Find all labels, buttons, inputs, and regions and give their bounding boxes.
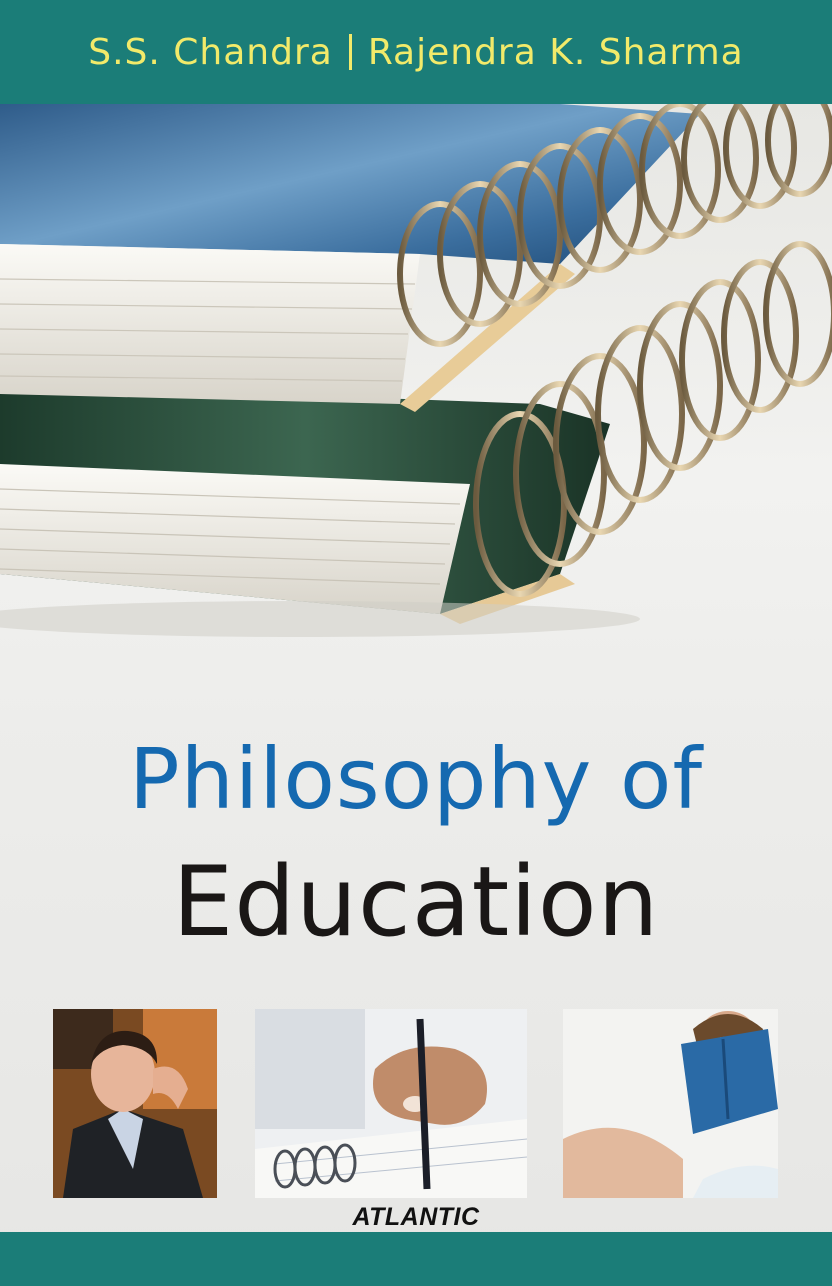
hand-writing-with-pen-photo	[255, 1009, 527, 1198]
book-title-line-2: Education	[172, 846, 660, 958]
author-line: S.S. Chandra Rajendra K. Sharma	[0, 0, 832, 104]
girl-reading-book-photo	[563, 1009, 778, 1198]
publisher-logo: ATLANTIC	[352, 1203, 480, 1231]
book-cover: S.S. Chandra Rajendra K. Sharma Philosop…	[0, 0, 832, 1286]
book-title-line-1: Philosophy of	[128, 730, 704, 828]
spiral-notebooks-image	[0, 104, 832, 724]
author-name-2: Rajendra K. Sharma	[367, 31, 744, 73]
bottom-band	[0, 1232, 832, 1286]
author-name-1: S.S. Chandra	[88, 31, 333, 73]
author-divider	[348, 34, 352, 70]
student-thinking-photo	[53, 1009, 217, 1198]
